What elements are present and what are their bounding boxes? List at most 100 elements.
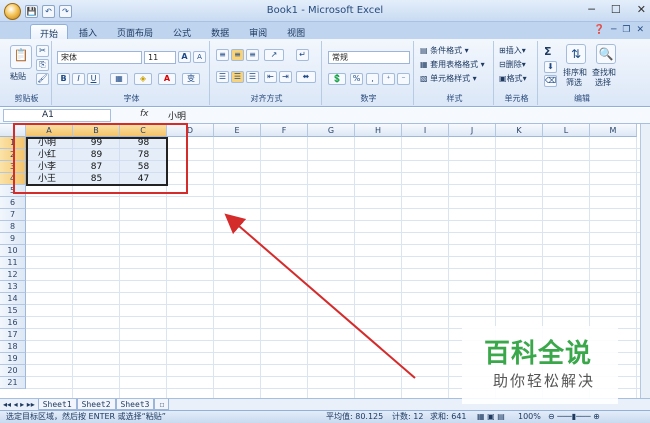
currency-icon[interactable]: 💲 bbox=[328, 73, 346, 85]
tab-insert[interactable]: 插入 bbox=[70, 24, 106, 39]
percent-icon[interactable]: % bbox=[350, 73, 363, 85]
ribbon-minimize-icon[interactable]: ─ bbox=[611, 25, 616, 35]
row-header-18[interactable]: 18 bbox=[0, 341, 26, 353]
row-header-11[interactable]: 11 bbox=[0, 257, 26, 269]
align-center-icon[interactable]: ☰ bbox=[231, 71, 244, 83]
align-middle-icon[interactable]: ≡ bbox=[231, 49, 244, 61]
row-header-16[interactable]: 16 bbox=[0, 317, 26, 329]
vertical-scrollbar[interactable] bbox=[640, 124, 650, 398]
row-header-12[interactable]: 12 bbox=[0, 269, 26, 281]
column-header-f[interactable]: F bbox=[261, 124, 308, 137]
font-name-select[interactable]: 宋体 bbox=[57, 51, 142, 64]
sheet-tab-3[interactable]: Sheet3 bbox=[115, 399, 155, 410]
column-header-i[interactable]: I bbox=[402, 124, 449, 137]
column-header-g[interactable]: G bbox=[308, 124, 355, 137]
row-header-21[interactable]: 21 bbox=[0, 377, 26, 389]
format-as-table-button[interactable]: ▦ 套用表格格式 ▾ bbox=[420, 59, 485, 70]
italic-button[interactable]: I bbox=[72, 73, 85, 85]
shrink-font-icon[interactable]: A bbox=[193, 51, 206, 63]
view-buttons[interactable]: ▦ ▣ ▤ bbox=[477, 411, 505, 423]
decrease-decimal-icon[interactable]: ⁻ bbox=[397, 73, 410, 85]
tab-page-layout[interactable]: 页面布局 bbox=[108, 24, 162, 39]
tab-formulas[interactable]: 公式 bbox=[164, 24, 200, 39]
column-header-e[interactable]: E bbox=[214, 124, 261, 137]
phonetic-icon[interactable]: 变 bbox=[182, 73, 200, 85]
tab-review[interactable]: 审阅 bbox=[240, 24, 276, 39]
align-left-icon[interactable]: ☰ bbox=[216, 71, 229, 83]
row-header-8[interactable]: 8 bbox=[0, 221, 26, 233]
tab-home[interactable]: 开始 bbox=[30, 24, 69, 40]
border-icon[interactable]: ▦ bbox=[110, 73, 128, 85]
column-header-m[interactable]: M bbox=[590, 124, 637, 137]
ribbon-close-icon[interactable]: ✕ bbox=[636, 25, 644, 35]
grid-line bbox=[26, 220, 640, 221]
font-size-select[interactable]: 11 bbox=[144, 51, 176, 64]
paste-button[interactable]: 粘贴 bbox=[10, 71, 26, 82]
increase-decimal-icon[interactable]: ⁺ bbox=[382, 73, 395, 85]
row-header-7[interactable]: 7 bbox=[0, 209, 26, 221]
row-header-9[interactable]: 9 bbox=[0, 233, 26, 245]
row-header-13[interactable]: 13 bbox=[0, 281, 26, 293]
align-right-icon[interactable]: ☰ bbox=[246, 71, 259, 83]
close-button[interactable]: ✕ bbox=[637, 3, 646, 16]
copy-icon[interactable]: ⎘ bbox=[36, 59, 49, 71]
orientation-icon[interactable]: ↗ bbox=[264, 49, 284, 61]
insert-cells-button[interactable]: ⊞插入▾ bbox=[499, 45, 526, 56]
row-header-20[interactable]: 20 bbox=[0, 365, 26, 377]
row-header-10[interactable]: 10 bbox=[0, 245, 26, 257]
cut-icon[interactable]: ✂ bbox=[36, 45, 49, 57]
conditional-format-button[interactable]: ▤ 条件格式 ▾ bbox=[420, 45, 469, 56]
zoom-slider[interactable]: ⊖ ───▮─── ⊕ bbox=[548, 411, 600, 423]
grow-font-icon[interactable]: A bbox=[178, 51, 191, 63]
row-header-15[interactable]: 15 bbox=[0, 305, 26, 317]
format-painter-icon[interactable]: 🖌 bbox=[36, 73, 49, 85]
column-header-h[interactable]: H bbox=[355, 124, 402, 137]
align-bottom-icon[interactable]: ≡ bbox=[246, 49, 259, 61]
column-header-k[interactable]: K bbox=[496, 124, 543, 137]
font-group: 宋体 11 A A B I U ▦ ◈ A 变 字体 bbox=[54, 41, 210, 105]
sheet-tab-2[interactable]: Sheet2 bbox=[76, 399, 116, 410]
new-sheet-icon[interactable]: ☐ bbox=[154, 399, 170, 410]
tab-data[interactable]: 数据 bbox=[202, 24, 238, 39]
sort-filter-label2[interactable]: 筛选 bbox=[566, 77, 582, 88]
fill-color-icon[interactable]: ◈ bbox=[134, 73, 152, 85]
row-header-17[interactable]: 17 bbox=[0, 329, 26, 341]
maximize-button[interactable]: ☐ bbox=[611, 3, 621, 16]
sheet-tab-1[interactable]: Sheet1 bbox=[37, 399, 77, 410]
cell-styles-button[interactable]: ▧ 单元格样式 ▾ bbox=[420, 73, 477, 84]
help-icon[interactable]: ❓ bbox=[594, 25, 605, 35]
zoom-level[interactable]: 100% bbox=[518, 411, 541, 423]
sheet-nav-arrows[interactable]: ◂◂ ◂ ▸ ▸▸ bbox=[0, 400, 38, 409]
comma-icon[interactable]: , bbox=[366, 73, 379, 85]
clear-icon[interactable]: ⌫ bbox=[544, 75, 557, 87]
align-top-icon[interactable]: ≡ bbox=[216, 49, 229, 61]
format-cells-button[interactable]: ▣格式▾ bbox=[499, 73, 527, 84]
font-color-icon[interactable]: A bbox=[158, 73, 176, 85]
delete-cells-button[interactable]: ⊟删除▾ bbox=[499, 59, 526, 70]
merge-center-icon[interactable]: ⬌ bbox=[296, 71, 316, 83]
tab-view[interactable]: 视图 bbox=[278, 24, 314, 39]
decrease-indent-icon[interactable]: ⇤ bbox=[264, 71, 277, 83]
bold-button[interactable]: B bbox=[57, 73, 70, 85]
title-bar: 💾 ↶ ↷ Book1 - Microsoft Excel ─ ☐ ✕ bbox=[0, 0, 650, 22]
autosum-icon[interactable]: Σ bbox=[544, 45, 552, 58]
fill-icon[interactable]: ⬇ bbox=[544, 61, 557, 73]
row-header-19[interactable]: 19 bbox=[0, 353, 26, 365]
increase-indent-icon[interactable]: ⇥ bbox=[279, 71, 292, 83]
name-box[interactable]: A1 bbox=[3, 109, 111, 122]
ribbon-restore-icon[interactable]: ❐ bbox=[622, 25, 630, 35]
column-header-j[interactable]: J bbox=[449, 124, 496, 137]
underline-button[interactable]: U bbox=[87, 73, 100, 85]
minimize-button[interactable]: ─ bbox=[588, 3, 595, 16]
sort-filter-icon[interactable]: ⇅ bbox=[566, 44, 586, 64]
paste-icon[interactable]: 📋 bbox=[10, 45, 32, 69]
wrap-text-icon[interactable]: ↵ bbox=[296, 49, 309, 61]
insert-function-icon[interactable]: fx bbox=[140, 109, 149, 119]
row-header-6[interactable]: 6 bbox=[0, 197, 26, 209]
find-select-label2[interactable]: 选择 bbox=[595, 77, 611, 88]
column-header-l[interactable]: L bbox=[543, 124, 590, 137]
find-select-icon[interactable]: 🔍 bbox=[596, 44, 616, 64]
row-header-14[interactable]: 14 bbox=[0, 293, 26, 305]
formula-input[interactable]: 小明 bbox=[168, 109, 186, 122]
number-format-select[interactable]: 常规 bbox=[328, 51, 410, 64]
